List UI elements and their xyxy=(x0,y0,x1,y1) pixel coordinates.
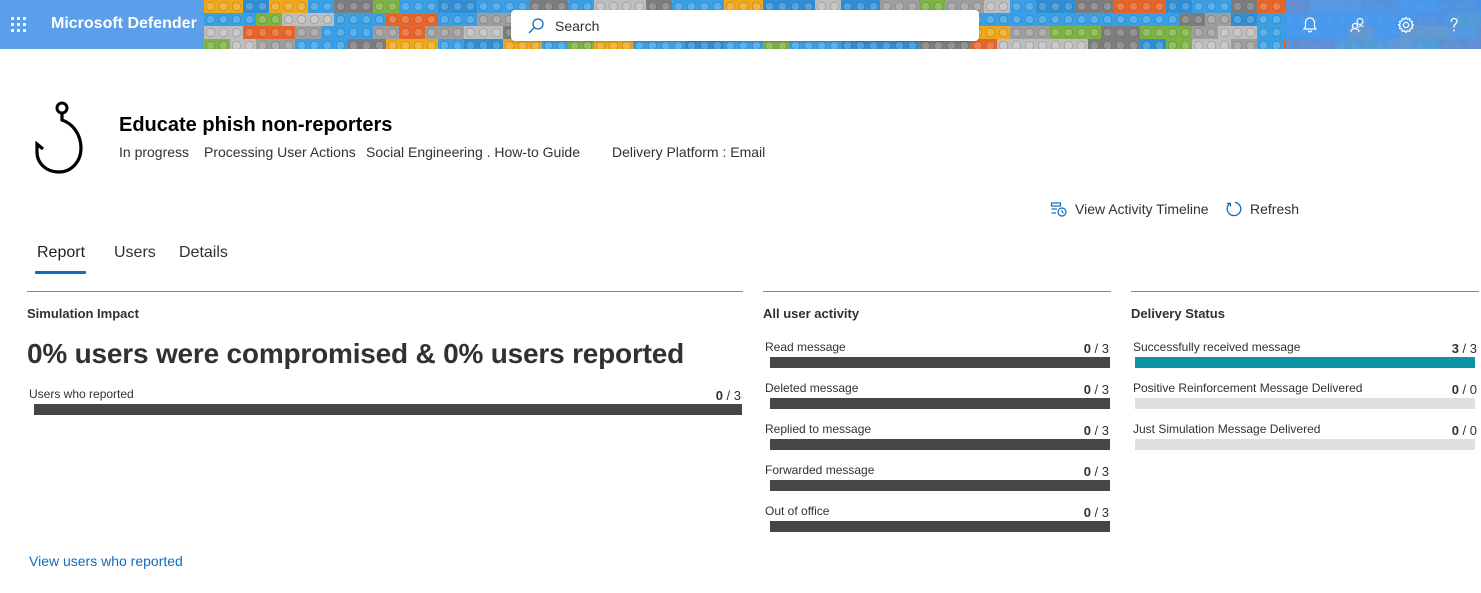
users-reported-bar xyxy=(34,404,742,415)
technique-label: Social Engineering . How-to Guide xyxy=(366,144,581,160)
delivery-metric-value: 0 / 0 xyxy=(1451,382,1477,397)
users-reported-value: 0 / 3 xyxy=(715,388,741,403)
gear-icon xyxy=(1397,16,1415,33)
refresh-label: Refresh xyxy=(1250,201,1300,217)
delivery-metric-label: Positive Reinforcement Message Delivered xyxy=(1133,381,1363,395)
activity-metric-bar xyxy=(770,357,1110,368)
search-icon xyxy=(528,17,544,33)
delivery-metric-bar xyxy=(1135,439,1475,450)
simulation-impact-title: Simulation Impact xyxy=(27,306,139,321)
help-button[interactable] xyxy=(1430,0,1478,49)
delivery-metric-label: Successfully received message xyxy=(1133,340,1301,354)
help-icon xyxy=(1450,17,1458,31)
app-title[interactable]: Microsoft Defender xyxy=(51,15,197,33)
all-user-activity-title: All user activity xyxy=(763,306,860,321)
brand-area: Microsoft Defender xyxy=(0,0,204,49)
phishing-hook-icon xyxy=(35,101,83,174)
timeline-icon xyxy=(1050,202,1067,217)
simulation-status: In progress xyxy=(119,144,190,160)
app-launcher-icon[interactable] xyxy=(11,17,27,33)
delivery-metric-bar xyxy=(1135,357,1475,368)
activity-metric-value: 0 / 3 xyxy=(1083,341,1109,356)
top-bar: Microsoft Defender Search xyxy=(0,0,1481,49)
processing-status: Processing User Actions xyxy=(204,144,356,160)
header-tools xyxy=(1286,0,1481,49)
delivery-panel-divider xyxy=(1131,291,1479,292)
delivery-platform: Delivery Platform : Email xyxy=(612,144,766,160)
activity-metric-value: 0 / 3 xyxy=(1083,464,1109,479)
delivery-metric-value: 3 / 3 xyxy=(1451,341,1477,356)
delivery-metric-label: Just Simulation Message Delivered xyxy=(1133,422,1321,436)
view-activity-timeline-label: View Activity Timeline xyxy=(1075,201,1209,217)
search-box[interactable]: Search xyxy=(511,10,979,41)
view-users-who-reported-link[interactable]: View users who reported xyxy=(29,553,183,569)
activity-metric-label: Read message xyxy=(765,340,846,354)
activity-metric-label: Out of office xyxy=(765,504,830,518)
delivery-metric-bar-fill xyxy=(1135,357,1475,368)
activity-metric-bar xyxy=(770,521,1110,532)
activity-metric-bar xyxy=(770,439,1110,450)
delivery-metric-bar xyxy=(1135,398,1475,409)
impact-panel-divider xyxy=(27,291,743,292)
delivery-metric-value: 0 / 0 xyxy=(1451,423,1477,438)
simulation-title: Educate phish non-reporters xyxy=(119,114,393,136)
activity-metric-bar xyxy=(770,398,1110,409)
activity-panel-divider xyxy=(763,291,1111,292)
activity-metric-value: 0 / 3 xyxy=(1083,505,1109,520)
bell-icon xyxy=(1302,16,1318,33)
activity-metric-label: Replied to message xyxy=(765,422,872,436)
activity-metric-value: 0 / 3 xyxy=(1083,382,1109,397)
settings-button[interactable] xyxy=(1382,0,1430,49)
activity-metric-label: Forwarded message xyxy=(765,463,875,477)
community-button[interactable] xyxy=(1334,0,1382,49)
delivery-status-title: Delivery Status xyxy=(1131,306,1225,321)
impact-headline: 0% users were compromised & 0% users rep… xyxy=(27,338,685,369)
users-reported-label: Users who reported xyxy=(29,387,134,401)
view-activity-timeline-button[interactable]: View Activity Timeline xyxy=(1050,200,1209,218)
active-tab-indicator xyxy=(35,271,86,274)
activity-metric-bar xyxy=(770,480,1110,491)
refresh-button[interactable]: Refresh xyxy=(1225,200,1299,218)
tab-details[interactable]: Details xyxy=(179,244,228,262)
people-icon xyxy=(1350,17,1364,32)
tab-report[interactable]: Report xyxy=(37,244,85,262)
notifications-button[interactable] xyxy=(1286,0,1334,49)
refresh-icon xyxy=(1226,201,1242,217)
activity-metric-value: 0 / 3 xyxy=(1083,423,1109,438)
activity-metric-label: Deleted message xyxy=(765,381,859,395)
search-placeholder[interactable]: Search xyxy=(555,18,599,34)
tab-users[interactable]: Users xyxy=(114,244,156,262)
